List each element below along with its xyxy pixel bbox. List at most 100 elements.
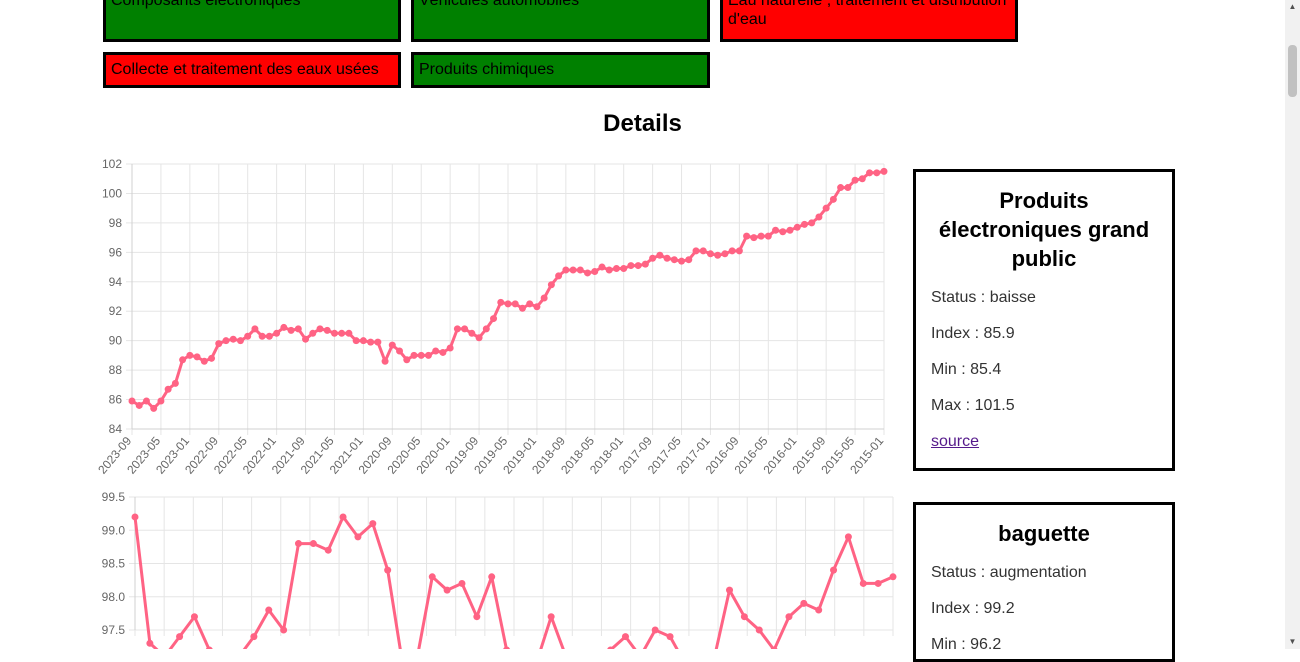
data-point bbox=[504, 300, 512, 308]
details-heading: Details bbox=[603, 110, 682, 137]
data-point bbox=[265, 332, 273, 340]
panel-max: Max : 101.5 bbox=[931, 397, 1015, 414]
data-point bbox=[844, 184, 852, 192]
price-index-chart-baguette: 97.5 98.0 98.5 99.0 99.5 bbox=[90, 484, 905, 649]
data-point bbox=[851, 176, 859, 184]
data-point bbox=[280, 323, 288, 331]
panel-index: Index : 99.2 bbox=[931, 600, 1015, 617]
data-point bbox=[443, 586, 451, 594]
data-point bbox=[229, 335, 237, 343]
scrollbar-thumb[interactable] bbox=[1288, 45, 1297, 97]
data-point bbox=[663, 254, 671, 262]
data-point bbox=[388, 341, 396, 349]
data-point bbox=[309, 540, 317, 548]
data-point bbox=[621, 633, 629, 641]
data-point bbox=[649, 254, 657, 262]
data-point bbox=[822, 204, 830, 212]
data-point bbox=[359, 337, 367, 345]
panel-status: Status : augmentation bbox=[931, 564, 1087, 581]
data-point bbox=[889, 573, 897, 581]
data-point bbox=[743, 232, 751, 240]
category-tile-composants[interactable]: Composants électroniques bbox=[103, 0, 401, 42]
data-point bbox=[518, 304, 526, 312]
panel-index: Index : 85.9 bbox=[931, 325, 1015, 342]
data-point bbox=[786, 226, 794, 234]
data-point bbox=[750, 234, 758, 242]
data-point bbox=[473, 613, 481, 621]
data-point bbox=[316, 325, 324, 333]
data-point bbox=[251, 325, 259, 333]
data-point bbox=[800, 220, 808, 228]
data-point bbox=[432, 347, 440, 355]
data-point bbox=[417, 351, 425, 359]
data-point bbox=[369, 520, 377, 528]
data-point bbox=[859, 579, 867, 587]
data-point bbox=[714, 251, 722, 259]
data-point bbox=[280, 626, 288, 634]
category-label: Véhicules automobiles bbox=[419, 0, 580, 9]
data-point bbox=[236, 337, 244, 345]
page-scrollbar[interactable]: ▲ ▼ bbox=[1285, 0, 1300, 649]
data-point bbox=[396, 347, 404, 355]
data-point bbox=[605, 266, 613, 274]
details-panel-baguette: baguette Status : augmentation Index : 9… bbox=[913, 502, 1175, 662]
category-tile-vehicules[interactable]: Véhicules automobiles bbox=[411, 0, 710, 42]
category-label: Composants électroniques bbox=[111, 0, 301, 9]
data-point bbox=[482, 325, 490, 333]
data-point bbox=[323, 326, 331, 334]
data-point bbox=[880, 167, 888, 175]
y-tick-label: 100 bbox=[102, 186, 122, 200]
category-tile-eau-naturelle[interactable]: Eau naturelle ; traitement et distributi… bbox=[720, 0, 1018, 42]
data-point bbox=[555, 272, 563, 280]
data-point bbox=[873, 169, 881, 177]
data-point bbox=[511, 300, 519, 308]
data-point bbox=[488, 573, 496, 581]
data-point bbox=[324, 546, 332, 554]
data-point bbox=[157, 397, 165, 405]
data-point bbox=[410, 351, 418, 359]
panel-min: Min : 85.4 bbox=[931, 361, 1002, 378]
y-tick-label: 99.5 bbox=[102, 490, 126, 504]
data-point bbox=[294, 325, 302, 333]
data-point bbox=[815, 606, 823, 614]
data-point bbox=[562, 266, 570, 274]
data-point bbox=[620, 265, 628, 273]
data-point bbox=[858, 175, 866, 183]
y-tick-label: 84 bbox=[109, 422, 123, 436]
scroll-up-arrow-icon[interactable]: ▲ bbox=[1285, 0, 1300, 14]
data-point bbox=[309, 329, 317, 337]
source-link[interactable]: source bbox=[931, 433, 979, 450]
data-point bbox=[208, 354, 216, 362]
panel-title: Produits électroniques grand public bbox=[938, 188, 1150, 271]
category-tile-produits-chimiques[interactable]: Produits chimiques bbox=[411, 52, 710, 88]
data-point bbox=[772, 226, 780, 234]
y-tick-label: 98.0 bbox=[102, 590, 126, 604]
data-point bbox=[352, 337, 360, 345]
data-point bbox=[829, 195, 837, 203]
data-point bbox=[273, 329, 281, 337]
data-point bbox=[200, 357, 208, 365]
category-label: Collecte et traitement des eaux usées bbox=[111, 61, 379, 78]
data-point bbox=[866, 169, 874, 177]
y-tick-label: 99.0 bbox=[102, 523, 126, 537]
data-point bbox=[265, 606, 273, 614]
data-point bbox=[793, 223, 801, 231]
y-tick-label: 90 bbox=[109, 334, 123, 348]
y-tick-label: 86 bbox=[109, 393, 123, 407]
scroll-down-arrow-icon[interactable]: ▼ bbox=[1285, 635, 1300, 649]
data-point bbox=[131, 513, 139, 521]
data-point bbox=[692, 247, 700, 255]
category-tile-eaux-usees[interactable]: Collecte et traitement des eaux usées bbox=[103, 52, 401, 88]
data-point bbox=[678, 257, 686, 265]
data-point bbox=[540, 294, 548, 302]
data-point bbox=[338, 329, 346, 337]
data-point bbox=[569, 266, 577, 274]
data-point bbox=[339, 513, 347, 521]
data-point bbox=[656, 251, 664, 259]
data-point bbox=[381, 357, 389, 365]
data-point bbox=[670, 256, 678, 264]
data-point bbox=[721, 250, 729, 258]
data-point bbox=[576, 266, 584, 274]
data-point bbox=[439, 348, 447, 356]
data-point bbox=[533, 303, 541, 311]
